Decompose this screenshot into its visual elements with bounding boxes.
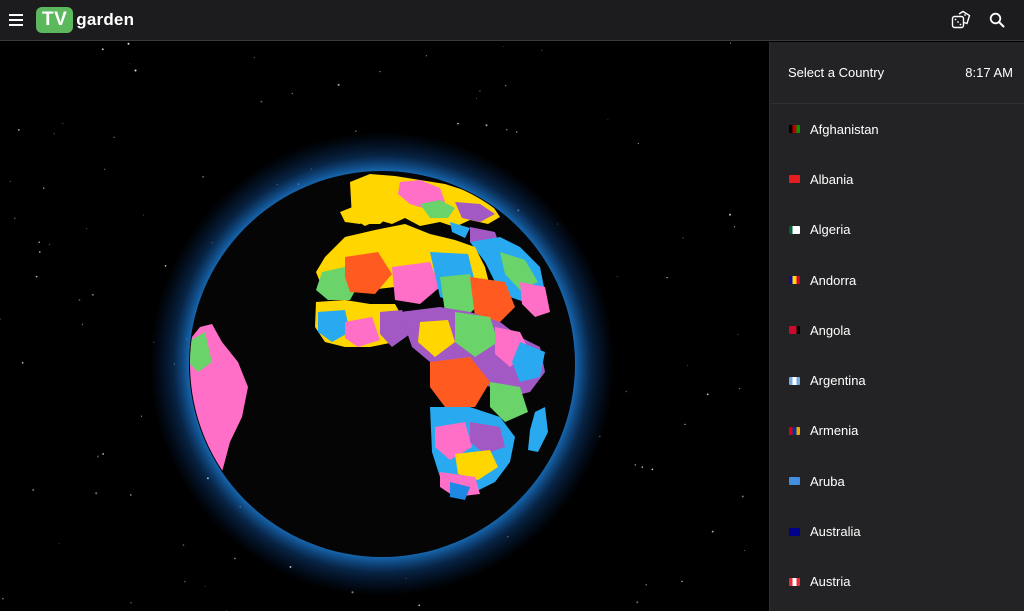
flag-icon <box>789 376 800 385</box>
logo[interactable]: TV garden <box>36 7 134 33</box>
flag-icon <box>789 477 800 486</box>
country-name: Australia <box>810 524 861 540</box>
globe[interactable] <box>0 42 769 611</box>
country-name: Armenia <box>810 423 859 439</box>
search-button[interactable] <box>986 9 1008 31</box>
country-item[interactable]: Afghanistan <box>770 104 1024 154</box>
country-name: Aruba <box>810 473 845 489</box>
top-bar: TV garden <box>0 0 1024 41</box>
dice-icon <box>951 10 971 29</box>
flag-icon <box>789 527 800 536</box>
country-item[interactable]: Armenia <box>770 406 1024 456</box>
country-name: Algeria <box>810 222 851 238</box>
country-list: Afghanistan Albania Algeria Andorra Ango… <box>770 104 1024 607</box>
globe-view[interactable] <box>0 42 769 611</box>
flag-icon <box>789 276 800 285</box>
country-item[interactable]: Argentina <box>770 355 1024 405</box>
logo-text: garden <box>76 10 135 29</box>
logo-badge: TV <box>36 7 74 33</box>
country-name: Afghanistan <box>810 121 879 137</box>
search-icon <box>989 12 1005 28</box>
panel-header: Select a Country 8:17 AM <box>770 42 1024 104</box>
country-item[interactable]: Angola <box>770 305 1024 355</box>
flag-icon <box>789 225 800 234</box>
country-name: Austria <box>810 574 851 590</box>
flag-icon <box>789 175 800 184</box>
flag-icon <box>789 426 800 435</box>
country-name: Albania <box>810 171 854 187</box>
flag-icon <box>789 125 800 134</box>
menu-button[interactable] <box>1 0 31 41</box>
menu-icon <box>9 14 23 26</box>
country-item[interactable]: Andorra <box>770 255 1024 305</box>
country-item[interactable]: Albania <box>770 154 1024 204</box>
current-time: 8:17 AM <box>965 65 1013 80</box>
country-name: Argentina <box>810 373 866 389</box>
country-item[interactable]: Austria <box>770 557 1024 607</box>
flag-icon <box>789 326 800 335</box>
country-name: Andorra <box>810 272 857 288</box>
flag-icon <box>789 577 800 586</box>
country-name: Angola <box>810 322 851 338</box>
country-item[interactable]: Algeria <box>770 205 1024 255</box>
panel-title: Select a Country <box>788 65 885 80</box>
country-item[interactable]: Australia <box>770 506 1024 556</box>
country-item[interactable]: Aruba <box>770 456 1024 506</box>
country-panel: Select a Country 8:17 AM Afghanistan Alb… <box>769 42 1024 611</box>
random-channel-button[interactable] <box>950 9 972 31</box>
